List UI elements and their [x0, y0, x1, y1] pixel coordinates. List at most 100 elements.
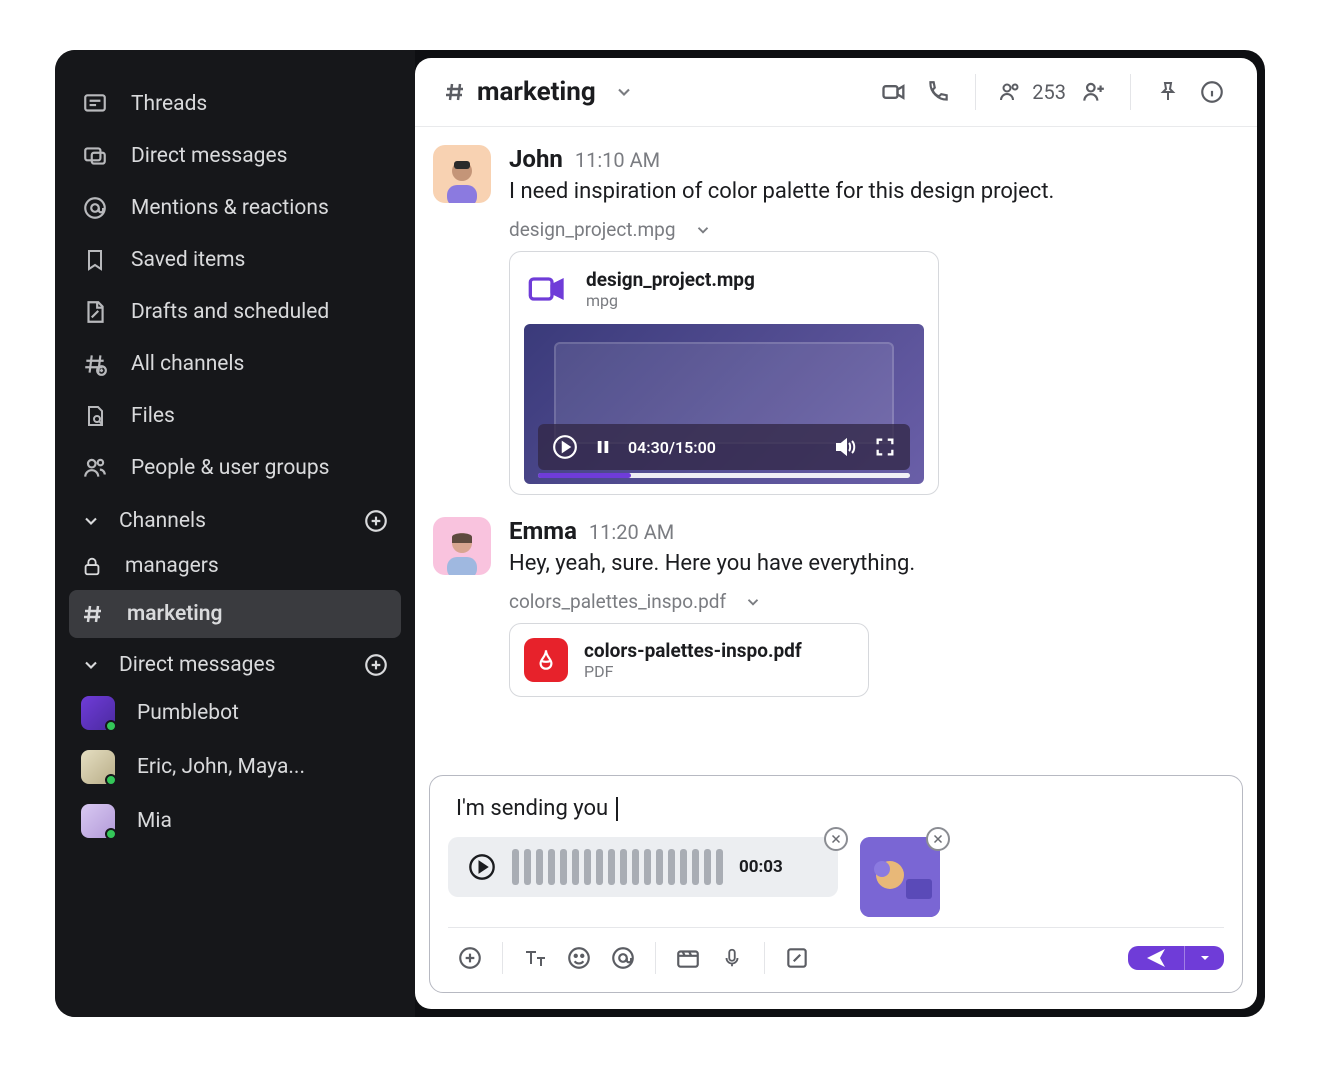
video-file-icon	[524, 266, 570, 312]
message-author[interactable]: Emma	[509, 517, 577, 545]
avatar[interactable]	[433, 145, 491, 203]
play-icon[interactable]	[468, 853, 496, 881]
avatar	[81, 804, 115, 838]
mentions-icon	[81, 194, 109, 222]
play-icon[interactable]	[552, 434, 578, 460]
video-attachment-card[interactable]: design_project.mpg mpg 04:30/15:00	[509, 251, 939, 495]
add-attachment-icon[interactable]	[448, 938, 492, 978]
nav-all-channels[interactable]: All channels	[69, 338, 401, 390]
audio-attachment-chip[interactable]: 00:03	[448, 837, 838, 897]
nav-drafts[interactable]: Drafts and scheduled	[69, 286, 401, 338]
channel-marketing[interactable]: marketing	[69, 590, 401, 638]
add-member-icon[interactable]	[1076, 75, 1110, 109]
video-clip-icon[interactable]	[666, 938, 710, 978]
dm-label: Mia	[137, 809, 172, 833]
message-item: Emma 11:20 AM Hey, yeah, sure. Here you …	[433, 517, 1225, 697]
volume-icon[interactable]	[832, 435, 858, 459]
member-count-value: 253	[1032, 80, 1066, 104]
add-channel-icon[interactable]	[363, 508, 389, 534]
dm-label: Pumblebot	[137, 701, 239, 725]
presence-dot	[105, 720, 117, 732]
nav-saved[interactable]: Saved items	[69, 234, 401, 286]
main-panel: marketing 253	[415, 58, 1257, 1009]
nav-threads[interactable]: Threads	[69, 78, 401, 130]
audio-duration: 00:03	[739, 857, 783, 877]
dm-pumblebot[interactable]: Pumblebot	[69, 686, 401, 740]
format-text-icon[interactable]	[513, 938, 557, 978]
video-time: 04:30/15:00	[628, 438, 716, 457]
remove-audio-icon[interactable]	[824, 827, 848, 851]
pdf-filetype: PDF	[584, 662, 802, 681]
nav-label: Threads	[131, 92, 207, 116]
pause-icon[interactable]	[594, 436, 612, 458]
chevron-down-icon	[81, 655, 101, 675]
send-button-main[interactable]	[1128, 946, 1184, 970]
video-progress[interactable]	[538, 473, 910, 478]
text-cursor	[616, 797, 618, 821]
audio-waveform	[512, 849, 723, 885]
channel-label: managers	[125, 554, 219, 578]
image-attachment-chip[interactable]	[860, 837, 940, 917]
emoji-icon[interactable]	[557, 938, 601, 978]
chevron-down-icon	[694, 221, 712, 239]
video-filetype: mpg	[586, 291, 755, 310]
attachment-label-row[interactable]: design_project.mpg	[509, 218, 1225, 241]
fullscreen-icon[interactable]	[874, 436, 896, 458]
nav-label: Mentions & reactions	[131, 196, 329, 220]
threads-icon	[81, 90, 109, 118]
channel-name: marketing	[477, 77, 596, 107]
nav-direct-messages[interactable]: Direct messages	[69, 130, 401, 182]
message-composer: I'm sending you 00:03	[429, 775, 1243, 993]
send-button	[1128, 946, 1224, 970]
attachment-filename: design_project.mpg	[509, 218, 676, 241]
attachment-filename: colors_palettes_inspo.pdf	[509, 590, 726, 613]
member-count[interactable]: 253	[996, 80, 1066, 104]
microphone-icon[interactable]	[710, 938, 754, 978]
info-icon[interactable]	[1195, 75, 1229, 109]
pdf-filename: colors-palettes-inspo.pdf	[584, 639, 802, 662]
message-time: 11:20 AM	[589, 520, 674, 544]
presence-dot	[105, 828, 117, 840]
message-item: John 11:10 AM I need inspiration of colo…	[433, 145, 1225, 495]
avatar[interactable]	[433, 517, 491, 575]
people-icon	[81, 454, 109, 482]
composer-toolbar	[448, 927, 1224, 992]
video-call-icon[interactable]	[877, 75, 911, 109]
files-icon	[81, 402, 109, 430]
chevron-down-icon	[81, 511, 101, 531]
video-preview[interactable]: 04:30/15:00	[524, 324, 924, 484]
nav-label: Direct messages	[131, 144, 287, 168]
mention-icon[interactable]	[601, 938, 645, 978]
add-dm-icon[interactable]	[363, 652, 389, 678]
channels-section-header[interactable]: Channels	[69, 494, 401, 542]
dm-icon	[81, 142, 109, 170]
message-time: 11:10 AM	[575, 148, 660, 172]
nav-mentions[interactable]: Mentions & reactions	[69, 182, 401, 234]
channel-title[interactable]: marketing	[443, 77, 634, 107]
channel-managers[interactable]: managers	[69, 542, 401, 590]
audio-call-icon[interactable]	[921, 75, 955, 109]
send-button-dropdown[interactable]	[1184, 946, 1224, 970]
nav-people[interactable]: People & user groups	[69, 442, 401, 494]
message-text: Hey, yeah, sure. Here you have everythin…	[509, 551, 1225, 576]
nav-label: Files	[131, 404, 175, 428]
remove-image-icon[interactable]	[926, 827, 950, 851]
nav-label: Saved items	[131, 248, 245, 272]
pin-icon[interactable]	[1151, 75, 1185, 109]
section-label: Channels	[119, 509, 206, 533]
drafts-icon	[81, 298, 109, 326]
canvas-icon[interactable]	[775, 938, 819, 978]
pdf-attachment-card[interactable]: colors-palettes-inspo.pdf PDF	[509, 623, 869, 697]
composer-input[interactable]: I'm sending you	[448, 790, 1224, 831]
dm-group[interactable]: Eric, John, Maya...	[69, 740, 401, 794]
pdf-icon	[524, 638, 568, 682]
attachment-label-row[interactable]: colors_palettes_inspo.pdf	[509, 590, 1225, 613]
presence-dot	[105, 774, 117, 786]
nav-label: All channels	[131, 352, 244, 376]
message-author[interactable]: John	[509, 145, 563, 173]
dm-section-header[interactable]: Direct messages	[69, 638, 401, 686]
hash-icon	[443, 80, 467, 104]
channel-header: marketing 253	[415, 58, 1257, 127]
nav-files[interactable]: Files	[69, 390, 401, 442]
dm-mia[interactable]: Mia	[69, 794, 401, 848]
